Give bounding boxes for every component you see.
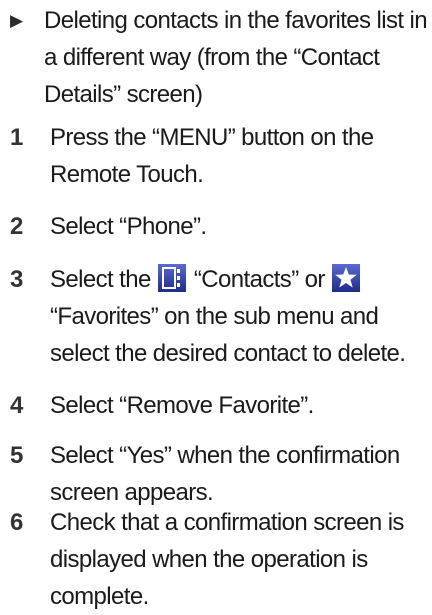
section-heading: ▶ Deleting contacts in the favorites lis… (10, 2, 430, 113)
step-6: 6 Check that a confirmation screen is di… (8, 504, 430, 615)
step-3: 3 Select the “Contacts” or “Favorites” o… (8, 261, 430, 372)
manual-page: ▶ Deleting contacts in the favorites lis… (0, 0, 432, 614)
step-text-part: Select the (50, 266, 151, 293)
triangle-bullet-icon: ▶ (10, 11, 24, 30)
step-5: 5 Select “Yes” when the confirmation scr… (8, 437, 430, 511)
step-text: Check that a confirmation screen is disp… (50, 509, 404, 610)
step-2: 2 Select “Phone”. (8, 208, 430, 245)
section-heading-text: Deleting contacts in the favorites list … (44, 7, 428, 108)
step-1: 1 Press the “MENU” button on the Remote … (8, 119, 430, 193)
step-number: 1 (10, 124, 24, 151)
step-text: Select “Phone”. (50, 213, 207, 240)
step-number: 3 (10, 266, 24, 293)
contacts-book-icon (157, 264, 186, 292)
favorites-star-icon (331, 264, 360, 292)
step-text-part: “Contacts” or (193, 266, 326, 293)
step-4: 4 Select “Remove Favorite”. (8, 387, 430, 424)
step-number: 5 (10, 442, 24, 469)
step-text: Select “Yes” when the confirmation scree… (50, 442, 400, 506)
step-text: Press the “MENU” button on the Remote To… (50, 124, 374, 188)
step-number: 4 (10, 392, 24, 419)
step-text: Select the “Contacts” or “Favorites” on … (50, 261, 430, 372)
step-text: Select “Remove Favorite”. (50, 392, 314, 419)
step-text-part: “Favorites” on the sub menu and select t… (50, 303, 406, 367)
step-number: 2 (10, 213, 24, 240)
step-number: 6 (10, 509, 24, 536)
